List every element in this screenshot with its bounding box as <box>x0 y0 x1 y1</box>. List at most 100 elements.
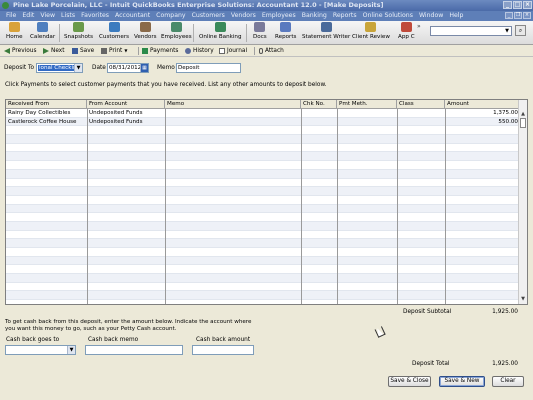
table-row[interactable] <box>6 179 520 188</box>
chevron-down-icon[interactable]: ▼ <box>74 64 82 72</box>
column-header[interactable]: Amount <box>445 100 520 109</box>
menu-window[interactable]: Window <box>416 11 446 21</box>
cash-back-goes-to-select[interactable]: ▼ <box>5 345 76 355</box>
menu-reports[interactable]: Reports <box>330 11 360 21</box>
table-row[interactable] <box>6 283 520 292</box>
cash-back-amount-field[interactable] <box>192 345 254 355</box>
chevron-down-icon[interactable]: ▼ <box>67 346 75 354</box>
table-cell[interactable]: Castlerock Coffee House <box>6 118 87 127</box>
iconbar-app-center[interactable]: App C <box>398 22 415 40</box>
table-cell[interactable] <box>397 109 445 118</box>
save-and-close-button[interactable]: Save & Close <box>388 376 431 387</box>
column-header[interactable]: Received From <box>6 100 87 109</box>
table-cell[interactable] <box>165 109 301 118</box>
table-cell[interactable] <box>165 118 301 127</box>
previous-button[interactable]: Previous <box>4 45 37 57</box>
table-row[interactable] <box>6 256 520 266</box>
child-close-icon[interactable]: × <box>523 12 531 19</box>
iconbar-home[interactable]: Home <box>6 22 23 40</box>
table-row[interactable] <box>6 144 520 153</box>
table-cell[interactable]: Undeposited Funds <box>87 118 165 127</box>
table-cell[interactable] <box>397 118 445 127</box>
child-minimize-icon[interactable]: _ <box>505 12 513 19</box>
table-row[interactable] <box>6 187 520 196</box>
menu-favorites[interactable]: Favorites <box>78 11 112 21</box>
table-row[interactable]: Rainy Day Collectibles Undeposited Funds 1… <box>6 109 520 118</box>
table-row[interactable] <box>6 204 520 214</box>
scroll-thumb[interactable] <box>520 118 526 128</box>
save-button[interactable]: Save <box>72 45 94 57</box>
menu-file[interactable]: File <box>3 11 19 21</box>
table-cell[interactable]: Rainy Day Collectibles <box>6 109 87 118</box>
iconbar-online-banking[interactable]: Online Banking <box>199 22 242 40</box>
journal-button[interactable]: Journal <box>219 45 247 57</box>
menu-view[interactable]: View <box>37 11 58 21</box>
date-field[interactable]: 08/31/2012 ▦ <box>107 63 149 73</box>
chevron-down-icon[interactable]: ▼ <box>503 27 511 35</box>
deposit-to-select[interactable]: ional Checkin ▼ <box>36 63 83 73</box>
menu-lists[interactable]: Lists <box>58 11 78 21</box>
maximize-icon[interactable]: □ <box>513 1 522 9</box>
menu-help[interactable]: Help <box>446 11 466 21</box>
table-row[interactable] <box>6 196 520 205</box>
column-header[interactable]: Memo <box>165 100 301 109</box>
iconbar-vendors[interactable]: Vendors <box>134 22 157 40</box>
next-button[interactable]: Next <box>43 45 65 57</box>
iconbar-statement-writer[interactable]: Statement Writer <box>302 22 350 40</box>
table-cell[interactable] <box>301 109 337 118</box>
table-cell[interactable] <box>337 118 397 127</box>
table-row[interactable] <box>6 213 520 222</box>
search-input[interactable]: ▼ <box>430 26 512 36</box>
table-row[interactable] <box>6 231 520 240</box>
save-and-new-button[interactable]: Save & New <box>439 376 485 387</box>
table-row[interactable]: Castlerock Coffee House Undeposited Funds… <box>6 117 520 127</box>
search-button[interactable]: ⌕ <box>515 25 526 36</box>
table-cell[interactable]: 550.00 <box>445 118 520 127</box>
table-row[interactable] <box>6 239 520 248</box>
iconbar-docs[interactable]: Docs <box>253 22 267 40</box>
iconbar-more-chevron[interactable]: » <box>417 23 421 30</box>
iconbar-customers[interactable]: Customers <box>99 22 129 40</box>
table-cell[interactable]: 1,375.00 <box>445 109 520 118</box>
attach-button[interactable]: Attach <box>259 45 284 57</box>
iconbar-employees[interactable]: Employees <box>161 22 192 40</box>
vertical-scrollbar[interactable]: ▲ ▼ <box>518 100 527 304</box>
column-header[interactable]: Pmt Meth. <box>337 100 397 109</box>
history-button[interactable]: History <box>185 45 214 57</box>
child-restore-icon[interactable]: ❐ <box>514 12 522 19</box>
iconbar-client-review[interactable]: Client Review <box>352 22 390 40</box>
column-header[interactable]: From Account <box>87 100 165 109</box>
menu-employees[interactable]: Employees <box>259 11 299 21</box>
menu-edit[interactable]: Edit <box>19 11 37 21</box>
menu-company[interactable]: Company <box>153 11 188 21</box>
minimize-icon[interactable]: _ <box>503 1 512 9</box>
close-icon[interactable]: × <box>523 1 532 9</box>
table-cell[interactable] <box>337 109 397 118</box>
iconbar-snapshots[interactable]: Snapshots <box>64 22 93 40</box>
scroll-down-icon[interactable]: ▼ <box>519 295 527 303</box>
memo-field[interactable]: Deposit <box>176 63 241 73</box>
table-row[interactable] <box>6 291 520 301</box>
table-row[interactable] <box>6 152 520 162</box>
table-row[interactable] <box>6 274 520 283</box>
calendar-picker-icon[interactable]: ▦ <box>140 64 148 72</box>
column-header[interactable]: Class <box>397 100 445 109</box>
menu-customers[interactable]: Customers <box>189 11 228 21</box>
table-row[interactable] <box>6 126 520 136</box>
table-row[interactable] <box>6 135 520 144</box>
table-cell[interactable] <box>301 118 337 127</box>
menu-vendors[interactable]: Vendors <box>228 11 259 21</box>
iconbar-calendar[interactable]: Calendar <box>30 22 55 40</box>
cash-back-memo-field[interactable] <box>85 345 183 355</box>
table-row[interactable] <box>6 265 520 275</box>
scroll-up-icon[interactable]: ▲ <box>519 110 527 118</box>
clear-button[interactable]: Clear <box>492 376 524 387</box>
menu-online-solutions[interactable]: Online Solutions <box>360 11 416 21</box>
table-row[interactable] <box>6 161 520 170</box>
print-button[interactable]: Print ▼ <box>101 45 127 57</box>
payments-button[interactable]: Payments <box>142 45 178 57</box>
column-header[interactable]: Chk No. <box>301 100 337 109</box>
table-row[interactable] <box>6 221 520 231</box>
menu-accountant[interactable]: Accountant <box>112 11 153 21</box>
iconbar-reports[interactable]: Reports <box>275 22 296 40</box>
